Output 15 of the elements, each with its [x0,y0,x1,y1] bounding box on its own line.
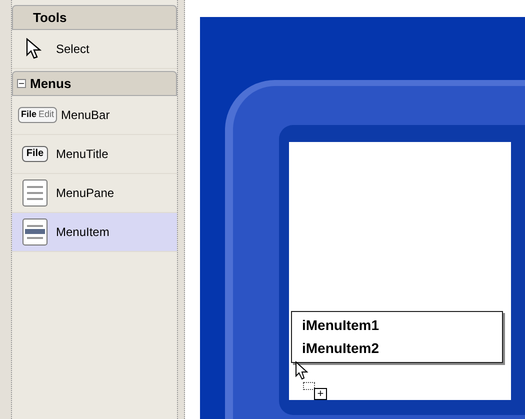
menutitle-icon: File [22,146,48,162]
menu-item[interactable]: iMenuItem2 [292,337,502,360]
toolbox-item[interactable]: File Edit MenuBar [12,96,177,135]
add-badge: + [314,388,327,400]
toolbox-item[interactable]: File MenuTitle [12,135,177,174]
menu-pane-icon [22,179,48,207]
pointer-icon [26,38,44,60]
section-header[interactable]: Menus [12,71,177,96]
menu-item-icon [22,218,48,246]
section-header[interactable]: Tools [12,5,177,30]
splitter-bar[interactable] [0,0,12,419]
splitter-bar[interactable] [177,0,185,419]
menubar-icon: File Edit [18,107,58,123]
menu-item[interactable]: iMenuItem1 [292,314,502,337]
toolbox-item[interactable]: MenuItem [12,213,177,252]
